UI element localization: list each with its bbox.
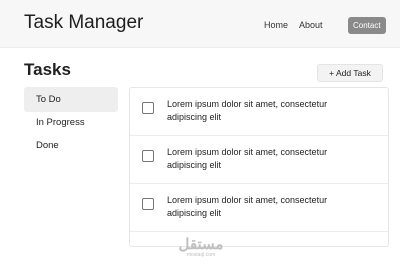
- watermark-mark: مستقل: [178, 236, 224, 253]
- task-row: Lorem ipsum dolor sit amet, consectetur …: [130, 184, 388, 232]
- task-checkbox[interactable]: [142, 102, 154, 114]
- task-text: Lorem ipsum dolor sit amet, consectetur …: [167, 147, 328, 170]
- task-checkbox[interactable]: [142, 150, 154, 162]
- task-list-panel: Lorem ipsum dolor sit amet, consectetur …: [129, 87, 389, 247]
- sidebar-item-to-do[interactable]: To Do: [24, 87, 118, 112]
- add-task-button[interactable]: + Add Task: [317, 64, 383, 82]
- contact-button[interactable]: Contact: [348, 17, 386, 34]
- top-header: Task Manager Home About Contact: [0, 0, 400, 48]
- sidebar-item-done[interactable]: Done: [24, 133, 118, 158]
- watermark-text: mostaql.com: [186, 252, 216, 258]
- page-title: Tasks: [24, 60, 71, 79]
- app-title: Task Manager: [24, 12, 144, 33]
- sidebar-item-label: To Do: [36, 94, 61, 105]
- nav-link-home[interactable]: Home: [264, 20, 288, 30]
- task-text: Lorem ipsum dolor sit amet, consectetur …: [167, 99, 328, 122]
- sidebar-item-label: Done: [36, 140, 59, 151]
- watermark-logo: مستقل mostaql.com: [174, 237, 228, 259]
- task-status-sidebar: To Do In Progress Done: [24, 87, 118, 156]
- sidebar-item-in-progress[interactable]: In Progress: [24, 110, 118, 135]
- task-checkbox[interactable]: [142, 198, 154, 210]
- task-text: Lorem ipsum dolor sit amet, consectetur …: [167, 195, 328, 218]
- nav-link-about[interactable]: About: [299, 20, 323, 30]
- task-row: Lorem ipsum dolor sit amet, consectetur …: [130, 88, 388, 136]
- task-row: Lorem ipsum dolor sit amet, consectetur …: [130, 136, 388, 184]
- sidebar-item-label: In Progress: [36, 117, 85, 128]
- add-task-label: + Add Task: [329, 68, 371, 78]
